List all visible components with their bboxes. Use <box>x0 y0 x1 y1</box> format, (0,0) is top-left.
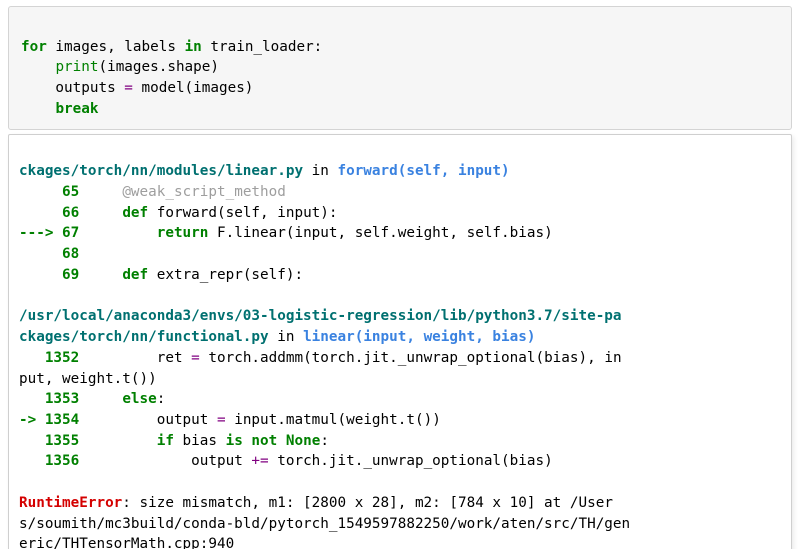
current-frame-arrow: ---> <box>19 225 53 241</box>
code-text: extra_repr(self): <box>148 267 303 283</box>
line-number: 67 <box>53 225 79 241</box>
code-text: input.matmul(weight.t()) <box>226 412 441 428</box>
line-number: 66 <box>19 205 79 221</box>
line-number: 1356 <box>19 453 79 469</box>
code-text: train_loader: <box>202 39 323 55</box>
code-text: put, weight.t()) <box>19 371 157 387</box>
operator-pluseq: += <box>251 453 268 469</box>
code-text: torch.addmm(torch.jit._unwrap_optional(b… <box>200 350 622 366</box>
code-text: output <box>79 453 251 469</box>
keyword-return: return <box>157 225 209 241</box>
keyword-break: break <box>55 101 98 117</box>
keyword-def: def <box>122 205 148 221</box>
line-number: 1354 <box>36 412 79 428</box>
in-separator: in <box>303 163 337 179</box>
error-name: RuntimeError <box>19 495 122 511</box>
line-number: 65 <box>19 184 79 200</box>
code-text: model(images) <box>133 80 254 96</box>
pad <box>79 267 122 283</box>
keyword-in: in <box>185 39 202 55</box>
line-number: 1353 <box>19 391 79 407</box>
pad <box>79 433 156 449</box>
code-text: torch.jit._unwrap_optional(bias) <box>269 453 553 469</box>
code-text: : <box>320 433 329 449</box>
code-text: ret <box>79 350 191 366</box>
code-indent <box>21 59 55 75</box>
keyword-is-not: is not <box>226 433 278 449</box>
pad <box>79 184 122 200</box>
in-separator: in <box>269 329 303 345</box>
line-number: 68 <box>19 246 79 262</box>
line-number: 69 <box>19 267 79 283</box>
code-text: outputs <box>21 80 124 96</box>
code-text: : <box>157 391 166 407</box>
pad <box>79 205 122 221</box>
line-number: 1355 <box>19 433 79 449</box>
keyword-def: def <box>122 267 148 283</box>
traceback-function: linear(input, weight, bias) <box>303 329 535 345</box>
error-message: : size mismatch, m1: [2800 x 28], m2: [7… <box>122 495 613 511</box>
code-text: (images.shape) <box>98 59 219 75</box>
builtin-print: print <box>55 59 98 75</box>
traceback-function: forward(self, input) <box>337 163 509 179</box>
code-text: bias <box>174 433 226 449</box>
sp <box>277 433 286 449</box>
traceback-file-path: /usr/local/anaconda3/envs/03-logistic-re… <box>19 308 622 324</box>
code-input-cell: for images, labels in train_loader: prin… <box>8 6 792 130</box>
keyword-else: else <box>122 391 156 407</box>
keyword-for: for <box>21 39 47 55</box>
traceback-file-path: ckages/torch/nn/functional.py <box>19 329 269 345</box>
keyword-if: if <box>157 433 174 449</box>
code-text: forward(self, input): <box>148 205 337 221</box>
pad <box>79 391 122 407</box>
operator-eq: = <box>217 412 226 428</box>
pad <box>79 225 156 241</box>
code-indent <box>21 101 55 117</box>
line-number: 1352 <box>19 350 79 366</box>
decorator: @weak_script_method <box>122 184 286 200</box>
code-text: images, labels <box>47 39 185 55</box>
builtin-none: None <box>286 433 320 449</box>
operator-eq: = <box>191 350 200 366</box>
operator-eq: = <box>124 80 133 96</box>
traceback-file-path: ckages/torch/nn/modules/linear.py <box>19 163 303 179</box>
error-message: eric/THTensorMath.cpp:940 <box>19 536 234 549</box>
code-text: F.linear(input, self.weight, self.bias) <box>208 225 552 241</box>
code-text: output <box>79 412 217 428</box>
current-frame-arrow: -> <box>19 412 36 428</box>
error-message: s/soumith/mc3build/conda-bld/pytorch_154… <box>19 516 630 532</box>
traceback-output: ckages/torch/nn/modules/linear.py in for… <box>8 134 792 549</box>
